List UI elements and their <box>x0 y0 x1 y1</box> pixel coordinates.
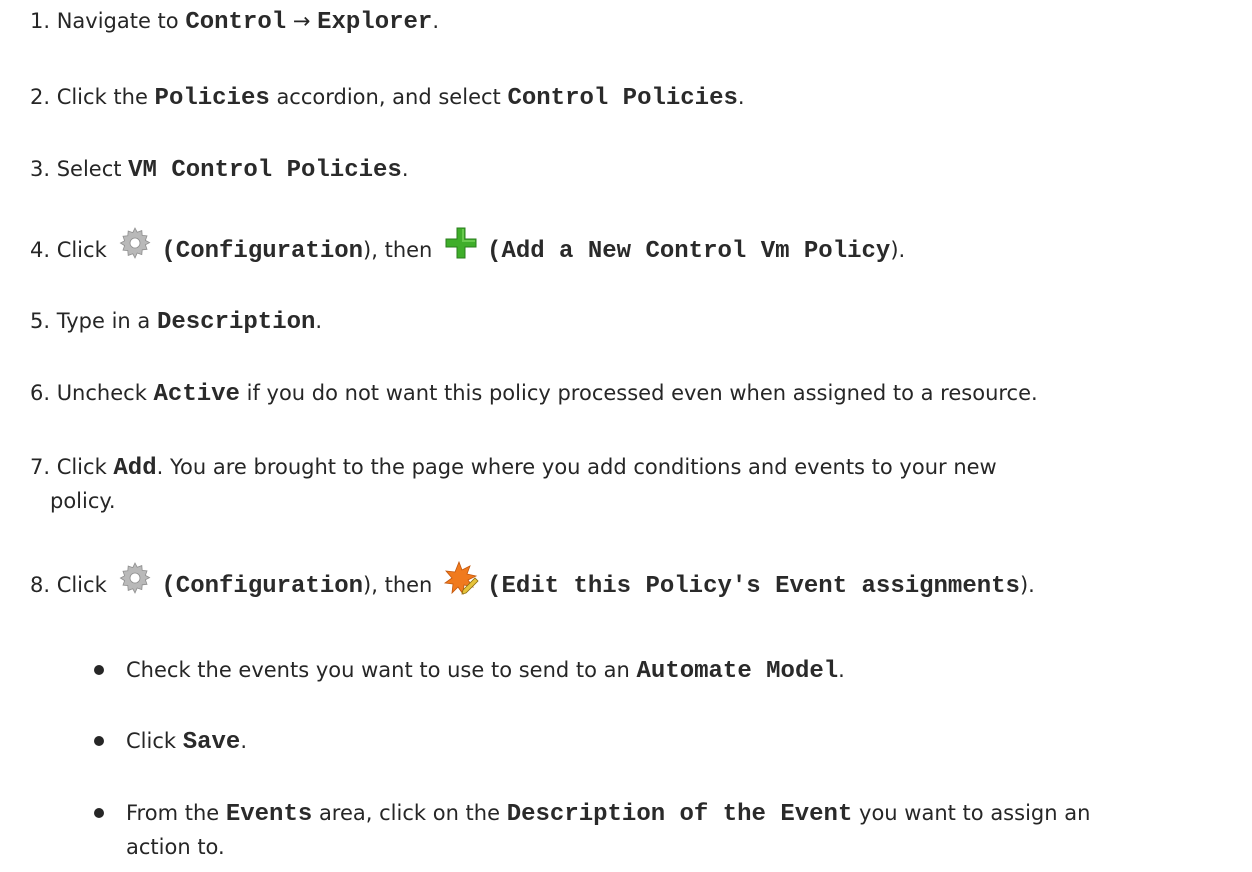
step-number: 6. <box>29 381 50 405</box>
edit-event-assignments-label: (Edit this Policy's Event assignments <box>487 573 1020 600</box>
arrow: → <box>286 9 318 33</box>
procedure-document: 1. Navigate to Control → Explorer. 2. Cl… <box>0 0 1252 872</box>
step-number: 8. <box>29 573 50 597</box>
configuration-label: (Configuration <box>161 238 364 265</box>
bullet-item-3-continued: action to. <box>126 835 225 859</box>
step-6: 6. Uncheck Active if you do not want thi… <box>0 376 1038 412</box>
step-7-continued: policy. <box>50 489 116 513</box>
step-8: 8. Click (Configuration), then (Edit thi… <box>0 560 1035 604</box>
step-number: 3. <box>29 157 50 181</box>
plus-icon <box>443 225 479 261</box>
automate-model-label: Automate Model <box>636 658 839 685</box>
accordion-policies: Policies <box>154 85 270 112</box>
menu-explorer: Explorer <box>317 9 433 36</box>
step-4: 4. Click (Configuration), then (Add a Ne… <box>0 225 905 269</box>
gear-icon <box>117 560 153 596</box>
description-label: Description <box>156 309 316 336</box>
step-number: 2. <box>29 85 50 109</box>
step-2: 2. Click the Policies accordion, and sel… <box>0 80 745 116</box>
bullet-item-3: From the Events area, click on the Descr… <box>126 801 1091 828</box>
description-of-event-label: Description of the Event <box>506 801 853 828</box>
vm-control-policies-label: VM Control Policies <box>128 157 402 184</box>
step-number: 5. <box>29 309 50 333</box>
add-policy-label: (Add a New Control Vm Policy <box>487 238 891 265</box>
gear-icon <box>117 225 153 261</box>
step-5: 5. Type in a Description. <box>0 304 322 340</box>
events-label: Events <box>225 801 313 828</box>
step-number: 4. <box>29 238 50 262</box>
save-label: Save <box>182 729 241 756</box>
step-number: 7. <box>29 455 50 479</box>
bullet-dot <box>94 665 104 675</box>
control-policies-label: Control Policies <box>507 85 738 112</box>
edit-event-icon <box>443 560 479 596</box>
active-label: Active <box>153 381 240 408</box>
bullet-item-2: Click Save. <box>126 729 248 756</box>
configuration-label: (Configuration <box>161 573 364 600</box>
step-number: 1. <box>29 9 50 33</box>
step-3: 3. Select VM Control Policies. <box>0 152 409 188</box>
step-text: Navigate to <box>56 9 186 33</box>
bullet-dot <box>94 808 104 818</box>
step-1: 1. Navigate to Control → Explorer. <box>0 4 439 40</box>
bullet-dot <box>94 736 104 746</box>
menu-control: Control <box>185 9 287 36</box>
bullet-item-1: Check the events you want to use to send… <box>126 658 845 685</box>
step-7: 7. Click Add. You are brought to the pag… <box>0 450 997 486</box>
add-label: Add <box>113 455 157 482</box>
